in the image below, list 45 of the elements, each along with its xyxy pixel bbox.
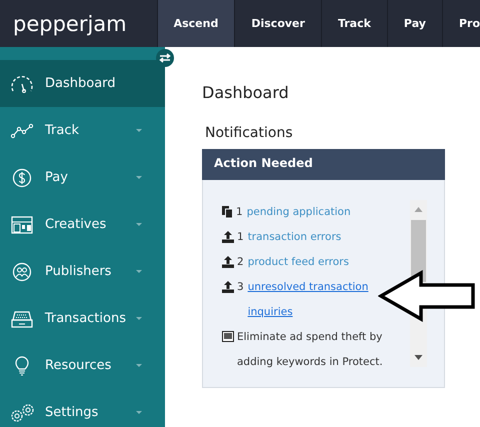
notification-count: 1	[237, 230, 244, 245]
gauge-icon	[10, 74, 34, 94]
caret-icon	[136, 270, 142, 273]
notification-link[interactable]: transaction errors	[248, 225, 342, 250]
layout-icon	[11, 216, 33, 234]
nav-tab[interactable]: Ascend	[156, 0, 234, 47]
people-icon	[12, 262, 32, 282]
panel-header: Action Needed	[202, 149, 445, 180]
upload-icon	[222, 256, 234, 268]
caret-icon	[136, 364, 142, 367]
documents-icon	[222, 206, 233, 218]
sidebar-item[interactable]: Resources	[0, 342, 165, 389]
light-bulb-icon	[14, 356, 30, 376]
nav-tab[interactable]: Pro	[442, 0, 480, 47]
caret-icon	[136, 411, 142, 414]
page-title: Dashboard	[202, 83, 290, 102]
section-title: Notifications	[205, 125, 294, 141]
line-graph-icon	[10, 122, 34, 138]
billboard-icon	[222, 331, 234, 342]
notification-link[interactable]: product feed errors	[248, 250, 349, 275]
swap-arrows-icon	[159, 53, 171, 63]
cash-register-icon	[10, 310, 33, 328]
logo[interactable]: pepperjam	[13, 12, 127, 36]
notification-count: 2	[237, 255, 244, 270]
notification-count: 3	[237, 280, 244, 295]
collapse-toggle[interactable]	[156, 49, 174, 67]
caret-icon	[136, 223, 142, 226]
sidebar-item[interactable]: Pay	[0, 154, 165, 201]
sidebar-item[interactable]: Publishers	[0, 248, 165, 295]
gears-icon	[9, 402, 35, 422]
upload-icon	[222, 231, 234, 243]
dollar-icon	[12, 168, 32, 188]
upload-icon	[222, 281, 234, 293]
notification-count: 1	[236, 205, 243, 220]
notification-link[interactable]: unresolved transaction inquiries	[248, 275, 371, 325]
caret-icon	[136, 129, 142, 132]
sidebar-item[interactable]: Creatives	[0, 201, 165, 248]
sidebar-item[interactable]: Transactions	[0, 295, 165, 342]
sidebar-item[interactable]: Track	[0, 107, 165, 154]
sidebar-item[interactable]: Settings	[0, 389, 165, 427]
caret-icon	[136, 317, 142, 320]
caret-icon	[136, 176, 142, 179]
tip-text: Eliminate ad spend theft by adding keywords in Protect.	[237, 330, 384, 370]
notification-link[interactable]: pending application	[246, 200, 351, 225]
sidebar-item[interactable]: Dashboard	[0, 60, 165, 107]
